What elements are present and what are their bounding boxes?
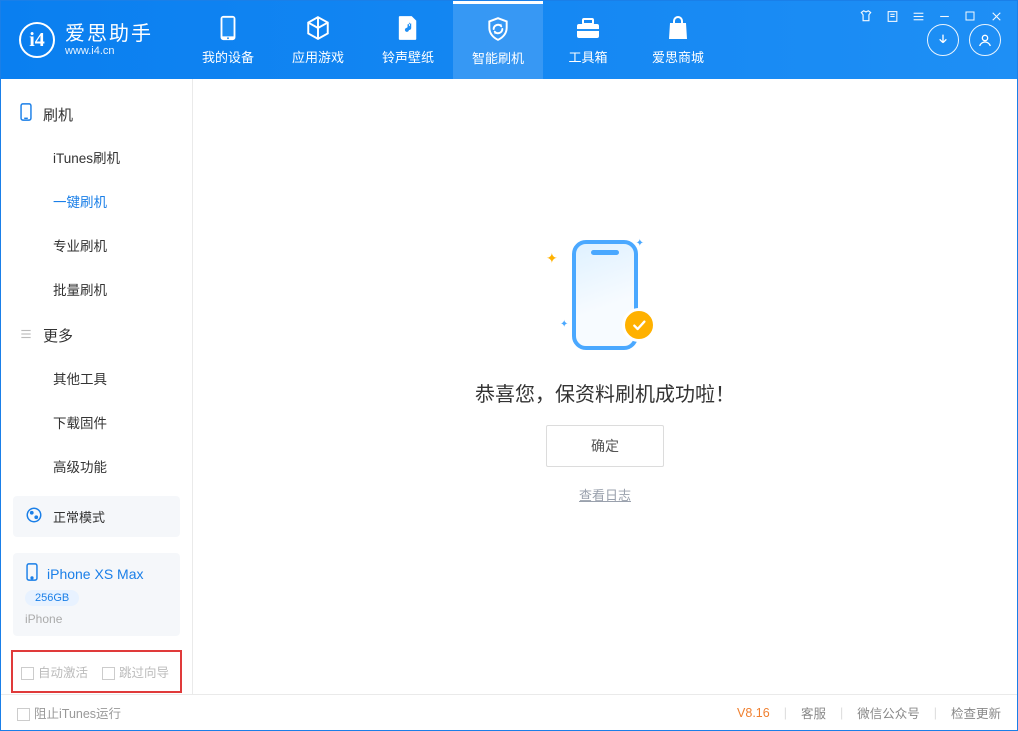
sidebar-item-itunes-flash[interactable]: iTunes刷机 [1, 135, 192, 179]
statusbar: 阻止iTunes运行 V8.16 | 客服 | 微信公众号 | 检查更新 [1, 694, 1017, 730]
app-name: 爱思助手 [65, 23, 153, 45]
sidebar-group-flash: 刷机 [1, 89, 192, 135]
version-label: V8.16 [737, 706, 770, 720]
sidebar: 刷机 iTunes刷机 一键刷机 专业刷机 批量刷机 更多 其他工具 下载固件 … [1, 79, 193, 694]
sparkle-icon: ✦ [636, 238, 644, 249]
download-button[interactable] [927, 24, 959, 56]
toolbox-icon [575, 15, 601, 41]
nav-label: 应用游戏 [292, 47, 344, 66]
cube-icon [305, 15, 331, 41]
close-button[interactable] [989, 9, 1003, 23]
skip-guide-checkbox[interactable]: 跳过向导 [102, 662, 169, 681]
mode-icon [25, 506, 43, 527]
nav-apps[interactable]: 应用游戏 [273, 1, 363, 79]
nav-label: 铃声壁纸 [382, 47, 434, 66]
refresh-shield-icon [485, 16, 511, 42]
note-icon[interactable] [885, 9, 899, 23]
nav-ringtones[interactable]: 铃声壁纸 [363, 1, 453, 79]
logo-text: 爱思助手 www.i4.cn [65, 23, 153, 57]
device-icon [215, 15, 241, 41]
nav-flash[interactable]: 智能刷机 [453, 1, 543, 79]
nav-label: 我的设备 [202, 47, 254, 66]
window-controls [859, 9, 1003, 23]
nav-label: 爱思商城 [652, 47, 704, 66]
sidebar-item-batch-flash[interactable]: 批量刷机 [1, 267, 192, 311]
nav-label: 工具箱 [568, 47, 607, 66]
device-phone-icon [25, 563, 39, 584]
group-title: 刷机 [43, 104, 73, 125]
device-name-row: iPhone XS Max [25, 563, 144, 584]
music-file-icon [395, 15, 421, 41]
nav-my-device[interactable]: 我的设备 [183, 1, 273, 79]
wechat-link[interactable]: 微信公众号 [857, 703, 920, 722]
device-type: iPhone [25, 612, 62, 626]
nav-store[interactable]: 爱思商城 [633, 1, 723, 79]
success-message: 恭喜您，保资料刷机成功啦！ [475, 378, 735, 407]
sparkle-icon: ✦ [560, 319, 568, 330]
success-illustration: ✦ ✦ ✦ [540, 230, 670, 360]
bag-icon [665, 15, 691, 41]
maximize-button[interactable] [963, 9, 977, 23]
sidebar-item-oneclick-flash[interactable]: 一键刷机 [1, 179, 192, 223]
sidebar-item-advanced[interactable]: 高级功能 [1, 444, 192, 488]
sidebar-group-more: 更多 [1, 311, 192, 356]
titlebar-wrap: i4 爱思助手 www.i4.cn 我的设备 应用游戏 铃声壁纸 [1, 1, 1017, 79]
support-link[interactable]: 客服 [801, 703, 826, 722]
account-button[interactable] [969, 24, 1001, 56]
logo-area: i4 爱思助手 www.i4.cn [1, 22, 171, 58]
statusbar-right: V8.16 | 客服 | 微信公众号 | 检查更新 [737, 703, 1001, 722]
group-title: 更多 [43, 325, 73, 346]
app-window: i4 爱思助手 www.i4.cn 我的设备 应用游戏 铃声壁纸 [0, 0, 1018, 731]
nav-toolbox[interactable]: 工具箱 [543, 1, 633, 79]
check-update-link[interactable]: 检查更新 [951, 703, 1001, 722]
minimize-button[interactable] [937, 9, 951, 23]
view-log-link[interactable]: 查看日志 [579, 485, 631, 504]
tshirt-icon[interactable] [859, 9, 873, 23]
sidebar-item-download-firmware[interactable]: 下载固件 [1, 400, 192, 444]
body: 刷机 iTunes刷机 一键刷机 专业刷机 批量刷机 更多 其他工具 下载固件 … [1, 79, 1017, 694]
logo-icon: i4 [19, 22, 55, 58]
sparkle-icon: ✦ [546, 250, 558, 267]
mode-label: 正常模式 [53, 507, 105, 526]
top-nav: 我的设备 应用游戏 铃声壁纸 智能刷机 工具箱 [183, 1, 723, 79]
success-check-icon [622, 308, 656, 342]
titlebar-right [927, 24, 1007, 56]
sidebar-item-pro-flash[interactable]: 专业刷机 [1, 223, 192, 267]
device-storage: 256GB [25, 590, 79, 606]
device-card[interactable]: iPhone XS Max 256GB iPhone [13, 553, 180, 636]
flash-options-row: 自动激活 跳过向导 [11, 650, 182, 693]
mode-card[interactable]: 正常模式 [13, 496, 180, 537]
app-url: www.i4.cn [65, 45, 153, 57]
sidebar-item-other-tools[interactable]: 其他工具 [1, 356, 192, 400]
block-itunes-checkbox[interactable]: 阻止iTunes运行 [17, 703, 121, 722]
nav-label: 智能刷机 [472, 48, 524, 67]
main-panel: ✦ ✦ ✦ 恭喜您，保资料刷机成功啦！ 确定 查看日志 [193, 79, 1017, 694]
auto-activate-checkbox[interactable]: 自动激活 [21, 662, 88, 681]
phone-outline-icon [19, 103, 33, 125]
menu-icon[interactable] [911, 9, 925, 23]
ok-button[interactable]: 确定 [546, 425, 664, 467]
device-name: iPhone XS Max [47, 566, 144, 582]
list-icon [19, 327, 33, 345]
